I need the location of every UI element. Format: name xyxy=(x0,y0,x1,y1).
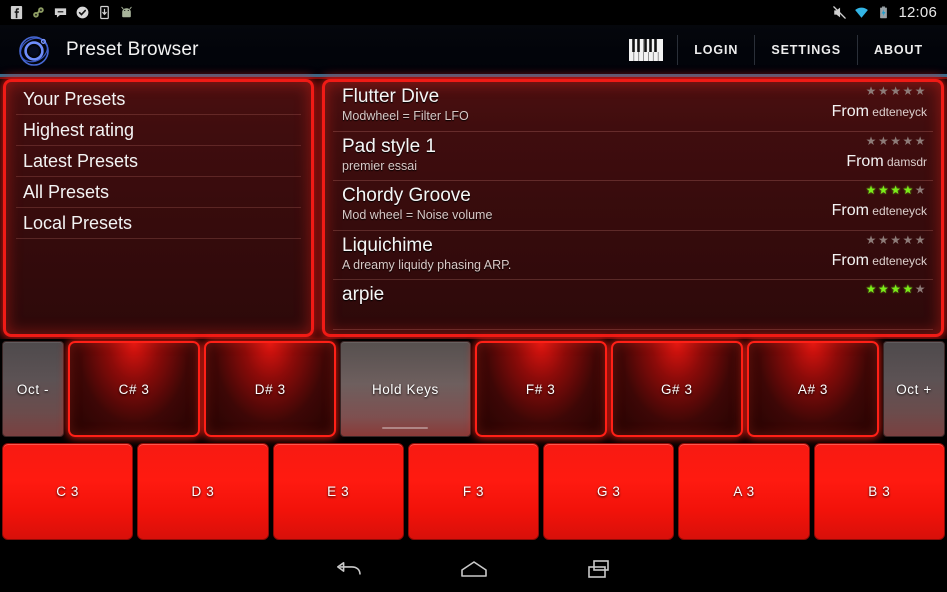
rating-stars[interactable]: ★★★★★ xyxy=(832,233,927,247)
from-label: From xyxy=(831,251,869,269)
facebook-icon xyxy=(10,5,23,20)
from-label: From xyxy=(846,152,884,170)
key-a-3[interactable]: A 3 xyxy=(678,443,810,540)
battery-charging-icon xyxy=(880,6,888,19)
author-name: edteneyck xyxy=(872,253,927,268)
preset-author: From damsdr xyxy=(846,153,927,171)
key-d-sharp-3[interactable]: D# 3 xyxy=(204,341,337,437)
octave-up-button[interactable]: Oct + xyxy=(883,341,946,437)
recent-apps-icon xyxy=(587,560,609,578)
app-header: Preset Browser LOGIN SETTINGS ABOUT xyxy=(0,25,947,75)
rating-stars[interactable]: ★★★★★ xyxy=(846,134,927,148)
orbit-logo-icon xyxy=(14,30,54,70)
login-button[interactable]: LOGIN xyxy=(678,25,754,75)
chat-bubble-icon xyxy=(54,8,67,18)
list-item[interactable]: arpie ★★★★★ xyxy=(333,280,933,330)
list-item[interactable]: Liquichime A dreamy liquidy phasing ARP.… xyxy=(333,231,933,280)
key-g-3[interactable]: G 3 xyxy=(543,443,675,540)
rating-stars[interactable]: ★★★★★ xyxy=(832,84,927,98)
home-button[interactable] xyxy=(411,546,537,592)
author-name: edteneyck xyxy=(872,204,927,218)
preset-name: arpie xyxy=(342,284,385,305)
status-system-icons: 12:06 xyxy=(832,4,947,21)
white-key-row: C 3 D 3 E 3 F 3 G 3 A 3 B 3 xyxy=(0,439,947,542)
key-e-3[interactable]: E 3 xyxy=(272,443,404,540)
android-nav-bar xyxy=(0,546,947,592)
status-notification-icons xyxy=(0,5,134,20)
mute-icon xyxy=(833,6,847,19)
android-head-icon xyxy=(121,6,132,18)
key-f-sharp-3[interactable]: F# 3 xyxy=(474,341,607,437)
sidebar-item-latest-presets[interactable]: Latest Presets xyxy=(16,146,301,177)
preset-author: From edteneyck xyxy=(832,103,927,121)
key-g-sharp-3[interactable]: G# 3 xyxy=(610,341,743,437)
list-item[interactable]: Chordy Groove Mod wheel = Noise volume ★… xyxy=(333,181,933,231)
key-c-3[interactable]: C 3 xyxy=(2,443,134,540)
key-c-sharp-3[interactable]: C# 3 xyxy=(68,341,201,437)
android-status-bar: 12:06 xyxy=(0,0,947,25)
status-clock: 12:06 xyxy=(898,4,937,21)
sidebar-item-your-presets[interactable]: Your Presets xyxy=(16,84,301,115)
sidebar-item-highest-rating[interactable]: Highest rating xyxy=(16,115,301,146)
wifi-icon xyxy=(855,7,869,18)
list-item[interactable]: Pad style 1 premier essai ★★★★★ From dam… xyxy=(333,132,933,181)
sidebar-item-local-presets[interactable]: Local Presets xyxy=(16,208,301,239)
key-d-3[interactable]: D 3 xyxy=(137,443,269,540)
piano-keyboard-icon[interactable] xyxy=(629,39,664,61)
black-key-row: Oct - C# 3 D# 3 Hold Keys F# 3 G# 3 A# 3… xyxy=(0,339,947,439)
hold-keys-label: Hold Keys xyxy=(371,381,439,397)
key-b-3[interactable]: B 3 xyxy=(813,443,945,540)
octave-down-button[interactable]: Oct - xyxy=(2,341,64,437)
hold-keys-indicator xyxy=(382,427,429,429)
preset-meta: ★★★★★ From edteneyck xyxy=(832,233,927,270)
main-content: Your Presets Highest rating Latest Prese… xyxy=(0,79,947,337)
download-device-icon xyxy=(100,5,109,20)
preset-meta: ★★★★★ From edteneyck xyxy=(832,84,927,121)
home-icon xyxy=(460,561,487,577)
back-button[interactable] xyxy=(285,546,411,592)
virtual-keyboard: Oct - C# 3 D# 3 Hold Keys F# 3 G# 3 A# 3… xyxy=(0,339,947,545)
category-list: Your Presets Highest rating Latest Prese… xyxy=(6,82,311,239)
about-button[interactable]: ABOUT xyxy=(858,25,939,75)
author-name: edteneyck xyxy=(872,105,927,119)
screen: 12:06 Preset Browser LOGIN SETTINGS ABOU… xyxy=(0,0,947,592)
link-icon xyxy=(33,7,44,18)
settings-button[interactable]: SETTINGS xyxy=(755,25,857,75)
preset-meta: ★★★★★ From edteneyck xyxy=(832,183,927,220)
key-a-sharp-3[interactable]: A# 3 xyxy=(746,341,880,437)
from-label: From xyxy=(831,202,869,219)
rating-stars[interactable]: ★★★★★ xyxy=(866,282,927,296)
preset-name: Pad style 1 xyxy=(342,135,436,157)
preset-list: Flutter Dive Modwheel = Filter LFO ★★★★★… xyxy=(325,82,941,330)
preset-meta: ★★★★★ From damsdr xyxy=(846,134,927,171)
page-title: Preset Browser xyxy=(66,39,199,60)
sidebar-item-all-presets[interactable]: All Presets xyxy=(16,177,301,208)
preset-author: From edteneyck xyxy=(832,202,927,220)
preset-list-panel: Flutter Dive Modwheel = Filter LFO ★★★★★… xyxy=(322,79,944,337)
hold-keys-button[interactable]: Hold Keys xyxy=(340,341,471,437)
category-panel: Your Presets Highest rating Latest Prese… xyxy=(3,79,314,337)
from-label: From xyxy=(831,103,869,120)
back-arrow-icon xyxy=(336,562,361,575)
preset-meta: ★★★★★ xyxy=(866,282,927,296)
recents-button[interactable] xyxy=(537,546,663,592)
header-actions: LOGIN SETTINGS ABOUT xyxy=(629,25,947,75)
check-circle-icon xyxy=(76,6,89,19)
author-name: damsdr xyxy=(886,154,927,169)
preset-author: From edteneyck xyxy=(832,252,927,270)
preset-description: premier essai xyxy=(342,158,418,173)
key-f-3[interactable]: F 3 xyxy=(407,443,540,540)
list-item[interactable]: Flutter Dive Modwheel = Filter LFO ★★★★★… xyxy=(333,82,933,132)
rating-stars[interactable]: ★★★★★ xyxy=(832,183,927,197)
